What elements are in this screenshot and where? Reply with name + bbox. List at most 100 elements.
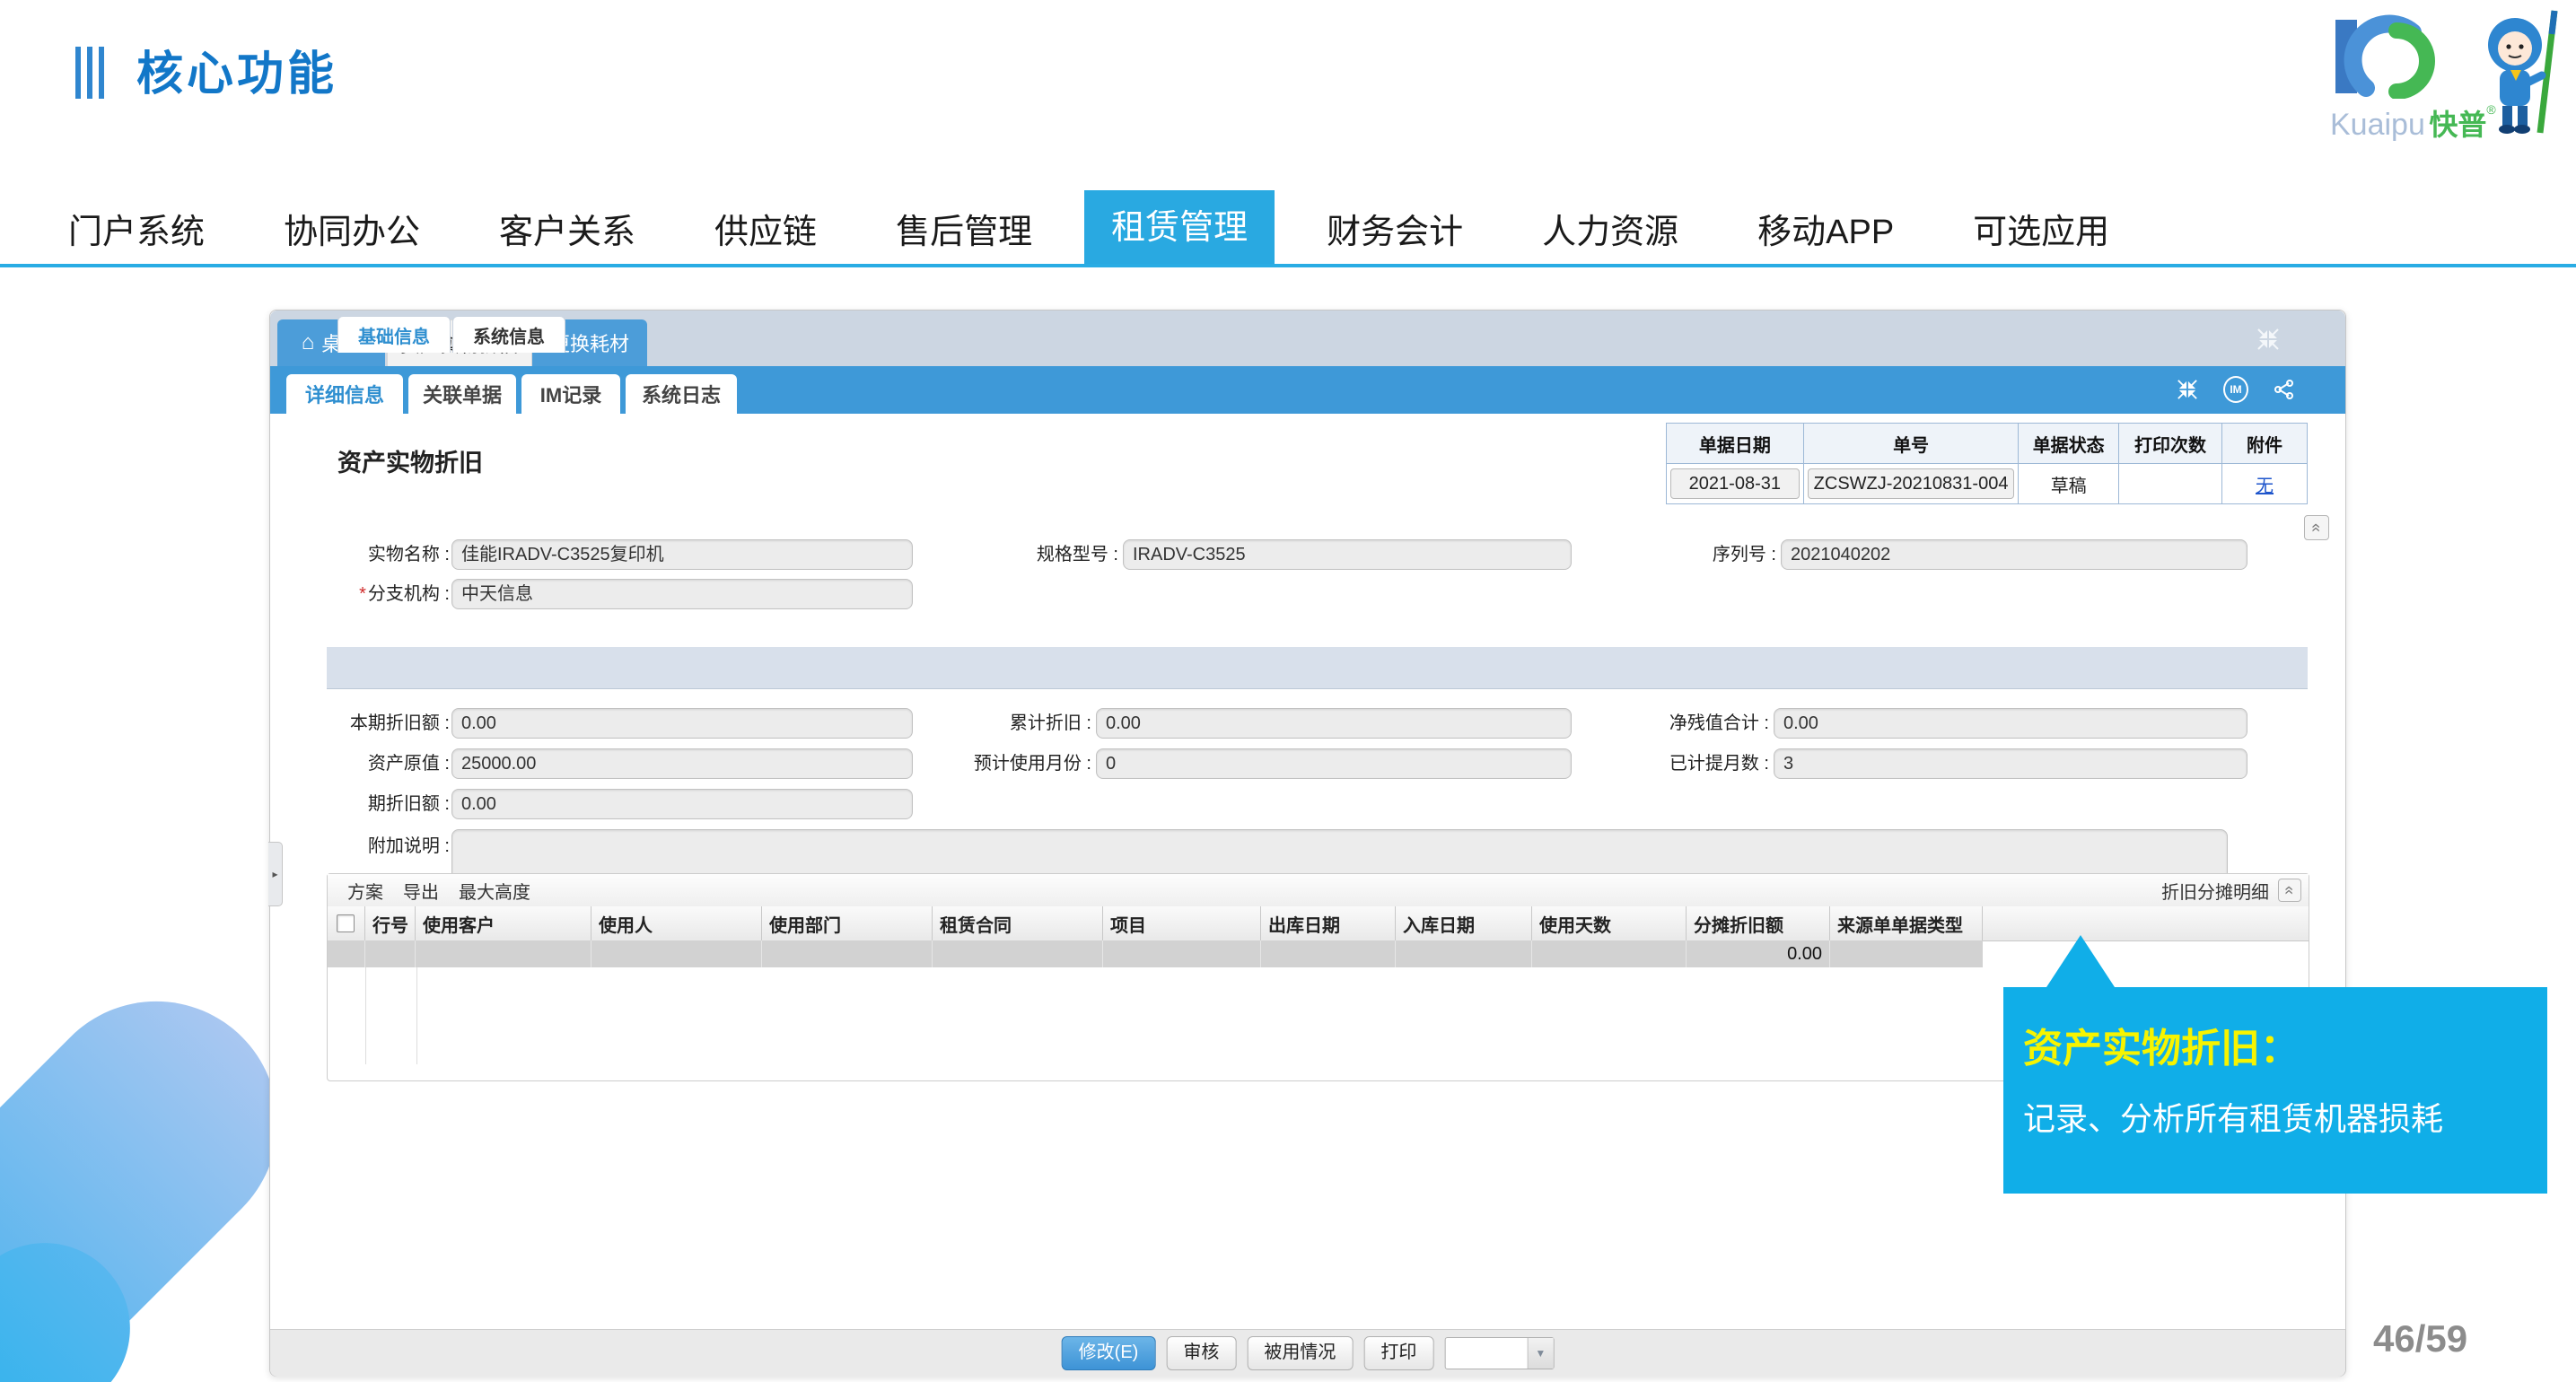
summary-allocated-depreciation: 0.00 bbox=[1687, 940, 1830, 967]
nav-item-portal[interactable]: 门户系统 bbox=[68, 204, 205, 253]
field-model-input[interactable]: IRADV-C3525 bbox=[1123, 539, 1572, 570]
tab-system-info[interactable]: 系统信息 bbox=[452, 316, 565, 353]
field-period-depreciation-input[interactable]: 0.00 bbox=[451, 789, 913, 819]
grid-col-user[interactable]: 使用人 bbox=[591, 906, 762, 940]
field-current-depreciation-input[interactable]: 0.00 bbox=[451, 708, 913, 739]
field-serial-input[interactable]: 2021040202 bbox=[1781, 539, 2247, 570]
grid-collapse-button[interactable]: « bbox=[2278, 879, 2301, 902]
grid-col-usage-days[interactable]: 使用天数 bbox=[1532, 906, 1687, 940]
audit-button[interactable]: 审核 bbox=[1166, 1336, 1236, 1370]
grid-section-label: 折旧分摊明细 bbox=[2161, 878, 2269, 904]
grid-col-allocated-depreciation[interactable]: 分摊折旧额 bbox=[1687, 906, 1830, 940]
dropdown-arrow-icon: ▼ bbox=[1527, 1338, 1553, 1369]
window-collapse-icon[interactable] bbox=[2256, 327, 2281, 352]
grid-toolbar: 方案 导出 最大高度 bbox=[328, 874, 2309, 907]
home-icon: ⌂ bbox=[302, 333, 315, 353]
tab-system-info-label: 系统信息 bbox=[473, 322, 545, 348]
field-note-label: 附加说明 : bbox=[306, 831, 450, 862]
field-accum-depreciation-input[interactable]: 0.00 bbox=[1096, 708, 1572, 739]
logo-cn: 快普 bbox=[2429, 109, 2486, 141]
footer-dropdown[interactable]: ▼ bbox=[1444, 1337, 1554, 1369]
required-asterisk: * bbox=[359, 584, 366, 604]
grid-col-outbound-date[interactable]: 出库日期 bbox=[1261, 906, 1396, 940]
callout-title: 资产实物折旧： bbox=[2023, 1016, 2300, 1073]
grid-col-project[interactable]: 项目 bbox=[1103, 906, 1261, 940]
field-accrued-months-input[interactable]: 3 bbox=[1774, 748, 2247, 779]
grid-chevron-up-icon: « bbox=[2282, 886, 2298, 895]
print-button[interactable]: 打印 bbox=[1363, 1336, 1433, 1370]
app-window: ⌂ 桌面 资产实物折旧 更换耗材 详细信息 关联单据 bbox=[269, 310, 2346, 1377]
field-branch-input[interactable]: 中天信息 bbox=[451, 579, 913, 609]
subtab-system-log[interactable]: 系统日志 bbox=[626, 374, 737, 414]
attachment-link[interactable]: 无 bbox=[2256, 477, 2274, 496]
select-all-checkbox[interactable] bbox=[337, 914, 355, 932]
nav-item-hr[interactable]: 人力资源 bbox=[1542, 204, 1678, 253]
nav-item-crm[interactable]: 客户关系 bbox=[499, 204, 635, 253]
subtab-detail-info[interactable]: 详细信息 bbox=[286, 374, 403, 414]
kuaipu-logo: Kuaipu 快普® bbox=[2330, 5, 2571, 140]
field-name-input[interactable]: 佳能IRADV-C3525复印机 bbox=[451, 539, 913, 570]
document-info-table: 单据日期 单号 单据状态 打印次数 附件 2021-08-31 ZCSWZJ-2… bbox=[1666, 423, 2308, 504]
im-icon[interactable]: IM bbox=[2223, 377, 2248, 402]
callout-pointer bbox=[2046, 935, 2115, 987]
grid-col-lease-contract[interactable]: 租赁合同 bbox=[933, 906, 1103, 940]
subtab-bar-icons: IM bbox=[2175, 377, 2297, 402]
subtab-system-log-label: 系统日志 bbox=[642, 380, 721, 408]
grid-col-row-no[interactable]: 行号 bbox=[365, 906, 416, 940]
usage-status-button[interactable]: 被用情况 bbox=[1247, 1336, 1353, 1370]
nav-item-office[interactable]: 协同办公 bbox=[284, 204, 420, 253]
grid-toolbar-max-height[interactable]: 最大高度 bbox=[459, 878, 530, 904]
double-chevron-up-icon: « bbox=[2309, 523, 2325, 532]
subtab-related-docs[interactable]: 关联单据 bbox=[408, 374, 516, 414]
field-name-label: 实物名称 : bbox=[306, 539, 450, 570]
share-icon[interactable] bbox=[2272, 377, 2297, 402]
field-net-residual-label: 净残值合计 : bbox=[1590, 708, 1769, 739]
triangle-right-icon: ▸ bbox=[272, 868, 277, 880]
nav-item-supply[interactable]: 供应链 bbox=[714, 204, 817, 253]
field-accum-depreciation-label: 累计折旧 : bbox=[934, 708, 1091, 739]
logo-reg-mark: ® bbox=[2486, 102, 2495, 117]
nav-underline bbox=[0, 264, 2576, 267]
modify-button[interactable]: 修改(E) bbox=[1062, 1336, 1156, 1370]
field-original-value-label: 资产原值 : bbox=[306, 748, 450, 779]
nav-item-finance[interactable]: 财务会计 bbox=[1327, 204, 1463, 253]
nav-item-mobile-app[interactable]: 移动APP bbox=[1757, 204, 1894, 253]
grid-col-department[interactable]: 使用部门 bbox=[762, 906, 933, 940]
field-original-value-input[interactable]: 25000.00 bbox=[451, 748, 913, 779]
doc-status-value: 草稿 bbox=[2019, 464, 2118, 504]
field-branch-label: *分支机构 : bbox=[306, 579, 450, 609]
field-net-residual-input[interactable]: 0.00 bbox=[1774, 708, 2247, 739]
tab-basic-info-label: 基础信息 bbox=[358, 322, 430, 348]
subtab-im-record[interactable]: IM记录 bbox=[521, 374, 620, 414]
doc-date-value: 2021-08-31 bbox=[1670, 468, 1800, 499]
nav-item-aftersale[interactable]: 售后管理 bbox=[896, 204, 1032, 253]
nav-item-rental-active[interactable]: 租赁管理 bbox=[1084, 190, 1275, 266]
subtab-detail-info-label: 详细信息 bbox=[305, 380, 384, 408]
grid-col-customer[interactable]: 使用客户 bbox=[416, 906, 591, 940]
slide: 核心功能 Kuaipu 快普® 门户 bbox=[0, 0, 2576, 1382]
grid-toolbar-scheme[interactable]: 方案 bbox=[347, 878, 383, 904]
grid-summary-row: 0.00 bbox=[328, 940, 2309, 967]
doc-number-value: ZCSWZJ-20210831-004 bbox=[1808, 468, 2015, 499]
sidebar-expand-handle[interactable]: ▸ bbox=[268, 842, 283, 906]
doc-date-cell: 2021-08-31 bbox=[1667, 464, 1804, 504]
field-period-depreciation-label: 期折旧额 : bbox=[306, 789, 450, 819]
annotation-callout: 资产实物折旧： 记录、分析所有租赁机器损耗 bbox=[2003, 987, 2547, 1194]
grid-col-filler bbox=[1983, 906, 2309, 940]
field-expected-months-input[interactable]: 0 bbox=[1096, 748, 1572, 779]
info-col-number: 单号 bbox=[1803, 424, 2019, 464]
info-col-date: 单据日期 bbox=[1667, 424, 1804, 464]
field-expected-months-label: 预计使用月份 : bbox=[934, 748, 1091, 779]
header-collapse-button[interactable]: « bbox=[2304, 515, 2329, 540]
panel-collapse-icon[interactable] bbox=[2175, 377, 2200, 402]
grid-gutter-line bbox=[365, 967, 366, 1064]
document-title: 资产实物折旧 bbox=[337, 443, 483, 478]
grid-col-source-doc-type[interactable]: 来源单单据类型 bbox=[1830, 906, 1983, 940]
grid-col-inbound-date[interactable]: 入库日期 bbox=[1396, 906, 1532, 940]
main-nav: 门户系统 协同办公 客户关系 供应链 售后管理 租赁管理 财务会计 人力资源 移… bbox=[0, 190, 2576, 266]
grid-toolbar-export[interactable]: 导出 bbox=[403, 878, 439, 904]
nav-item-optional[interactable]: 可选应用 bbox=[1973, 204, 2109, 253]
tab-basic-info[interactable]: 基础信息 bbox=[337, 316, 451, 353]
field-model-label: 规格型号 : bbox=[979, 539, 1118, 570]
subtab-related-docs-label: 关联单据 bbox=[423, 380, 502, 408]
